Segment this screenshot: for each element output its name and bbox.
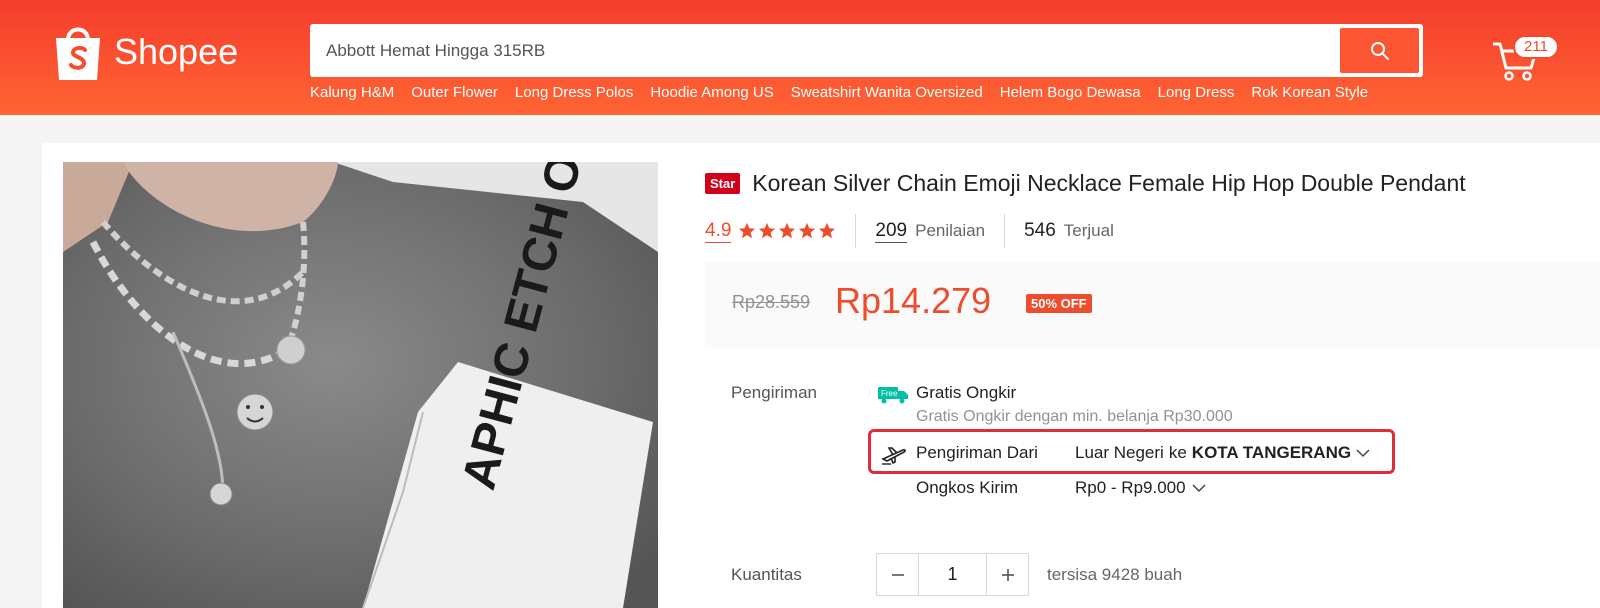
star-icon [739,222,756,239]
minus-icon [891,573,904,576]
quick-link[interactable]: Long Dress [1158,84,1235,101]
price-section: Rp28.559 Rp14.279 50% OFF [705,262,1600,348]
shipping-destination: KOTA TANGERANG [1191,443,1352,462]
rating-row: 4.9 209 Penilaian 546 Terjual [705,214,1114,248]
free-icon-text: Free [881,389,898,398]
reviews-label: Penilaian [915,221,986,240]
shipping-cost-label: Ongkos Kirim [916,478,1019,497]
sale-price: Rp14.279 [835,280,992,321]
search-icon [1370,41,1389,60]
product-title-row: Star Korean Silver Chain Emoji Necklace … [705,170,1466,197]
plus-icon [1001,568,1014,581]
rating-value[interactable]: 4.9 [705,220,732,243]
sold-label: Terjual [1063,221,1114,240]
shipping-from-label: Pengiriman Dari [916,443,1038,462]
divider [1004,214,1006,248]
increase-quantity-button[interactable] [986,553,1029,596]
decrease-quantity-button[interactable] [876,553,919,596]
shopee-logo[interactable]: Shopee [52,22,238,82]
rating-stars [738,222,836,240]
search-button[interactable] [1340,28,1419,73]
free-shipping-truck-icon: Free [878,387,908,404]
logo-text: Shopee [114,31,239,72]
search-input[interactable] [326,24,1326,77]
shopping-bag-logo-icon [56,27,100,80]
top-header: Shopee Kalung H&M Outer Flower Long Dres… [0,0,1600,115]
quick-link[interactable]: Rok Korean Style [1251,84,1368,101]
star-icon [819,222,836,239]
divider [855,214,857,248]
shipping-connector: ke [1168,443,1187,462]
sold-count: 546 [1024,220,1056,241]
quantity-input[interactable] [919,553,986,596]
free-shipping-title: Gratis Ongkir [916,383,1017,402]
quick-link[interactable]: Sweatshirt Wanita Oversized [791,84,983,101]
star-icon [779,222,796,239]
quick-link[interactable]: Hoodie Among US [650,84,773,101]
quick-link[interactable]: Kalung H&M [310,84,394,101]
cart-count-badge: 211 [1513,35,1559,59]
quantity-stepper [876,553,1029,596]
shipping-label: Pengiriman [731,383,817,402]
star-seller-badge: Star [705,173,741,194]
quick-link[interactable]: Long Dress Polos [515,84,633,101]
shipping-origin: Luar Negeri [1075,443,1164,462]
shipping-destination-selector[interactable]: Luar Negeri ke KOTA TANGERANG [1075,443,1370,463]
airplane-icon [881,447,906,465]
stock-remaining: tersisa 9428 buah [1047,565,1183,584]
search-bar [310,24,1423,77]
star-icon [799,222,816,239]
original-price: Rp28.559 [732,292,811,312]
quick-link[interactable]: Helem Bogo Dewasa [1000,84,1141,101]
free-shipping-subtitle: Gratis Ongkir dengan min. belanja Rp30.0… [916,408,1233,425]
product-title: Korean Silver Chain Emoji Necklace Femal… [752,170,1466,196]
shipping-cost-selector[interactable]: Rp0 - Rp9.000 [1075,478,1206,498]
product-photo-illustration: APHIC ETCH OOK [63,162,658,608]
quantity-label: Kuantitas [731,565,802,584]
chevron-down-icon [1356,449,1370,458]
quick-search-links: Kalung H&M Outer Flower Long Dress Polos… [310,84,1368,101]
discount-badge: 50% OFF [1026,294,1092,313]
reviews-count[interactable]: 209 [875,220,908,243]
product-image[interactable]: APHIC ETCH OOK [63,162,658,608]
chevron-down-icon [1192,484,1206,493]
quick-link[interactable]: Outer Flower [411,84,498,101]
star-icon [759,222,776,239]
shipping-cost-value: Rp0 - Rp9.000 [1075,478,1186,497]
